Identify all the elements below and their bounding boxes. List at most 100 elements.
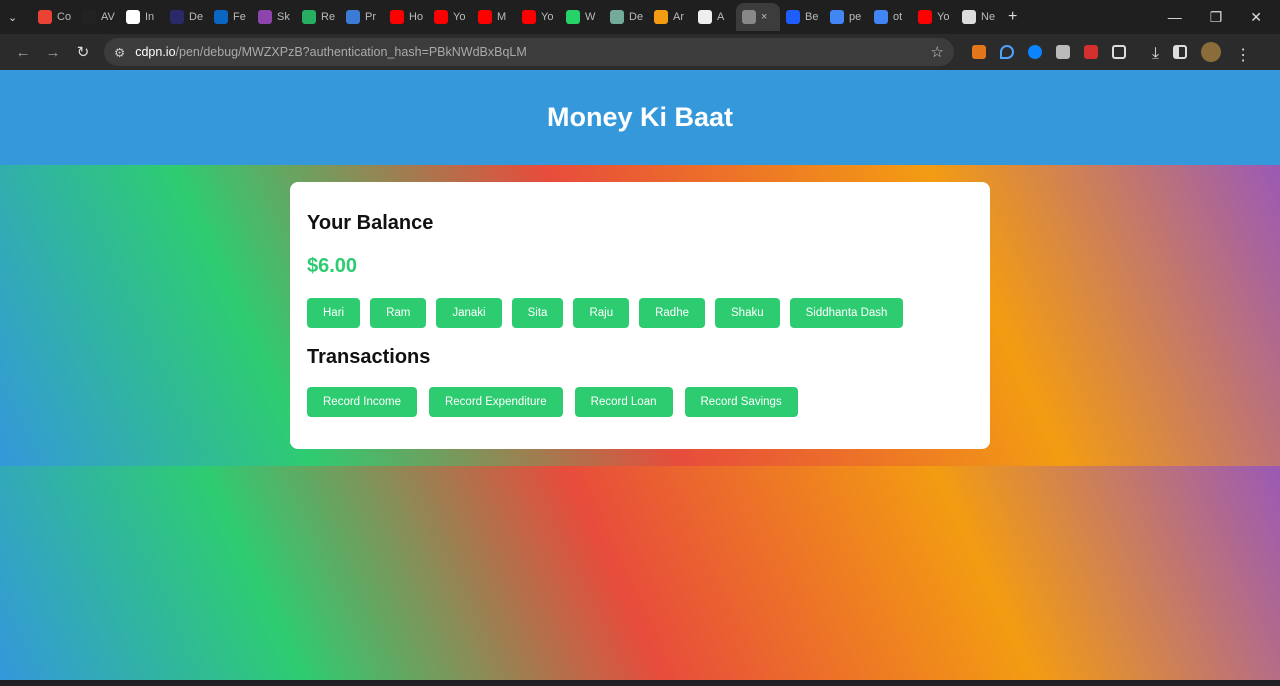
download-icon[interactable]: ⤓ bbox=[1152, 45, 1159, 62]
tab-favicon-icon bbox=[830, 10, 844, 24]
back-icon[interactable]: ← bbox=[8, 44, 38, 61]
person-button[interactable]: Janaki bbox=[436, 298, 502, 328]
person-button[interactable]: Sita bbox=[511, 298, 564, 328]
tab-label: Pr bbox=[365, 11, 376, 23]
tab-label: Re bbox=[321, 11, 335, 23]
transactions-heading: Transactions bbox=[307, 346, 431, 368]
tab-label: Yo bbox=[937, 11, 950, 23]
browser-tab[interactable]: Yo bbox=[912, 3, 956, 31]
menu-icon[interactable]: ⋮ bbox=[1235, 45, 1251, 64]
tab-label: Fe bbox=[233, 11, 246, 23]
browser-tab[interactable]: Be bbox=[780, 3, 824, 31]
balance-heading: Your Balance bbox=[307, 212, 434, 234]
tab-strip: ⌄ Co AV In De Fe Sk Re Pr Ho Yo M Yo W De Ar A × Be pe ot Yo… bbox=[0, 0, 1280, 34]
tab-favicon-icon bbox=[874, 10, 888, 24]
forward-icon[interactable]: → bbox=[38, 44, 68, 61]
browser-tab[interactable]: Sk bbox=[252, 3, 296, 31]
bookmark-star-icon[interactable]: ☆ bbox=[931, 43, 944, 61]
tab-favicon-icon bbox=[698, 10, 712, 24]
browser-tab[interactable]: De bbox=[604, 3, 648, 31]
browser-tab[interactable]: × bbox=[736, 3, 780, 31]
address-bar[interactable]: ⚙ cdpn.io/pen/debug/MWZXPzB?authenticati… bbox=[104, 38, 954, 66]
restore-icon[interactable]: ❐ bbox=[1210, 9, 1223, 26]
tab-label: Be bbox=[805, 11, 819, 23]
browser-tab[interactable]: Fe bbox=[208, 3, 252, 31]
browser-tab[interactable]: A bbox=[692, 3, 736, 31]
app-header: Money Ki Baat bbox=[0, 70, 1280, 165]
browser-tab[interactable]: Pr bbox=[340, 3, 384, 31]
tab-label: In bbox=[145, 11, 155, 23]
new-tab-button[interactable]: + bbox=[1008, 8, 1017, 26]
browser-tab[interactable]: M bbox=[472, 3, 516, 31]
extensions-puzzle-icon[interactable] bbox=[1112, 45, 1126, 59]
close-window-icon[interactable]: ✕ bbox=[1250, 9, 1262, 26]
tab-favicon-icon bbox=[258, 10, 272, 24]
tab-label: Ne bbox=[981, 11, 995, 23]
tab-label: Co bbox=[57, 11, 71, 23]
tab-favicon-icon bbox=[346, 10, 360, 24]
arrow-extension-icon[interactable] bbox=[1084, 45, 1098, 59]
tab-favicon-icon bbox=[126, 10, 140, 24]
tab-favicon-icon bbox=[478, 10, 492, 24]
people-buttons: Hari Ram Janaki Sita Raju Radhe Shaku Siddhanta… bbox=[307, 298, 973, 328]
browser-tab[interactable]: pe bbox=[824, 3, 868, 31]
metamask-extension-icon[interactable] bbox=[972, 45, 986, 59]
tab-label: Yo bbox=[541, 11, 554, 23]
page-background bbox=[0, 466, 1280, 680]
url-host: cdpn.io bbox=[135, 45, 176, 59]
tab-close-button[interactable]: × bbox=[761, 11, 775, 23]
tab-label: Yo bbox=[453, 11, 466, 23]
person-button[interactable]: Siddhanta Dash bbox=[789, 298, 904, 328]
site-info-icon[interactable]: ⚙ bbox=[114, 45, 125, 60]
browser-tab[interactable]: Ne bbox=[956, 3, 1000, 31]
tab-favicon-icon bbox=[918, 10, 932, 24]
balance-card: Your Balance $6.00 Hari Ram Janaki Sita Raju… bbox=[290, 182, 990, 449]
browser-tab[interactable]: Re bbox=[296, 3, 340, 31]
tab-label: A bbox=[717, 11, 725, 23]
tab-favicon-icon bbox=[82, 10, 96, 24]
minimize-icon[interactable]: — bbox=[1168, 9, 1182, 26]
tab-label: Ho bbox=[409, 11, 423, 23]
record-transaction-button[interactable]: Record Savings bbox=[684, 387, 798, 417]
person-button[interactable]: Shaku bbox=[715, 298, 780, 328]
drop-extension-icon[interactable] bbox=[1000, 45, 1014, 59]
tab-label: De bbox=[629, 11, 643, 23]
extension-icon[interactable] bbox=[1056, 45, 1070, 59]
side-panel-icon[interactable] bbox=[1173, 45, 1188, 59]
app-title: Money Ki Baat bbox=[546, 102, 734, 132]
tab-favicon-icon bbox=[962, 10, 976, 24]
tab-label: pe bbox=[849, 11, 862, 23]
browser-tab[interactable]: Co bbox=[32, 3, 76, 31]
tab-label: De bbox=[189, 11, 203, 23]
browser-tab[interactable]: ot bbox=[868, 3, 912, 31]
person-button[interactable]: Raju bbox=[573, 298, 630, 328]
browser-tab[interactable]: De bbox=[164, 3, 208, 31]
person-button[interactable]: Radhe bbox=[639, 298, 705, 328]
reload-icon[interactable]: ↻ bbox=[68, 43, 98, 61]
browser-toolbar: ← → ↻ ⚙ cdpn.io/pen/debug/MWZXPzB?authen… bbox=[0, 34, 1280, 70]
tab-label: M bbox=[497, 11, 507, 23]
browser-tab[interactable]: In bbox=[120, 3, 164, 31]
person-button[interactable]: Ram bbox=[370, 298, 427, 328]
record-transaction-button[interactable]: Record Expenditure bbox=[428, 387, 563, 417]
tab-favicon-icon bbox=[214, 10, 228, 24]
browser-tab[interactable]: Ar bbox=[648, 3, 692, 31]
tab-search-chevron-icon[interactable]: ⌄ bbox=[8, 11, 32, 24]
record-transaction-button[interactable]: Record Loan bbox=[574, 387, 673, 417]
tab-label: W bbox=[585, 11, 596, 23]
transaction-buttons: Record Income Record Expenditure Record Lo… bbox=[307, 387, 973, 417]
balance-amount: $6.00 bbox=[307, 255, 358, 277]
tab-label: AV bbox=[101, 11, 115, 23]
browser-tab[interactable]: W bbox=[560, 3, 604, 31]
browser-tab[interactable]: AV bbox=[76, 3, 120, 31]
shazam-extension-icon[interactable] bbox=[1028, 45, 1042, 59]
tab-favicon-icon bbox=[170, 10, 184, 24]
record-transaction-button[interactable]: Record Income bbox=[307, 387, 417, 417]
person-button[interactable]: Hari bbox=[307, 298, 361, 328]
tab-favicon-icon bbox=[434, 10, 448, 24]
profile-avatar[interactable] bbox=[1201, 42, 1222, 62]
browser-tab[interactable]: Yo bbox=[428, 3, 472, 31]
browser-tab[interactable]: Ho bbox=[384, 3, 428, 31]
browser-tab[interactable]: Yo bbox=[516, 3, 560, 31]
url-path: /pen/debug/MWZXPzB?authentication_hash=P… bbox=[175, 45, 527, 59]
